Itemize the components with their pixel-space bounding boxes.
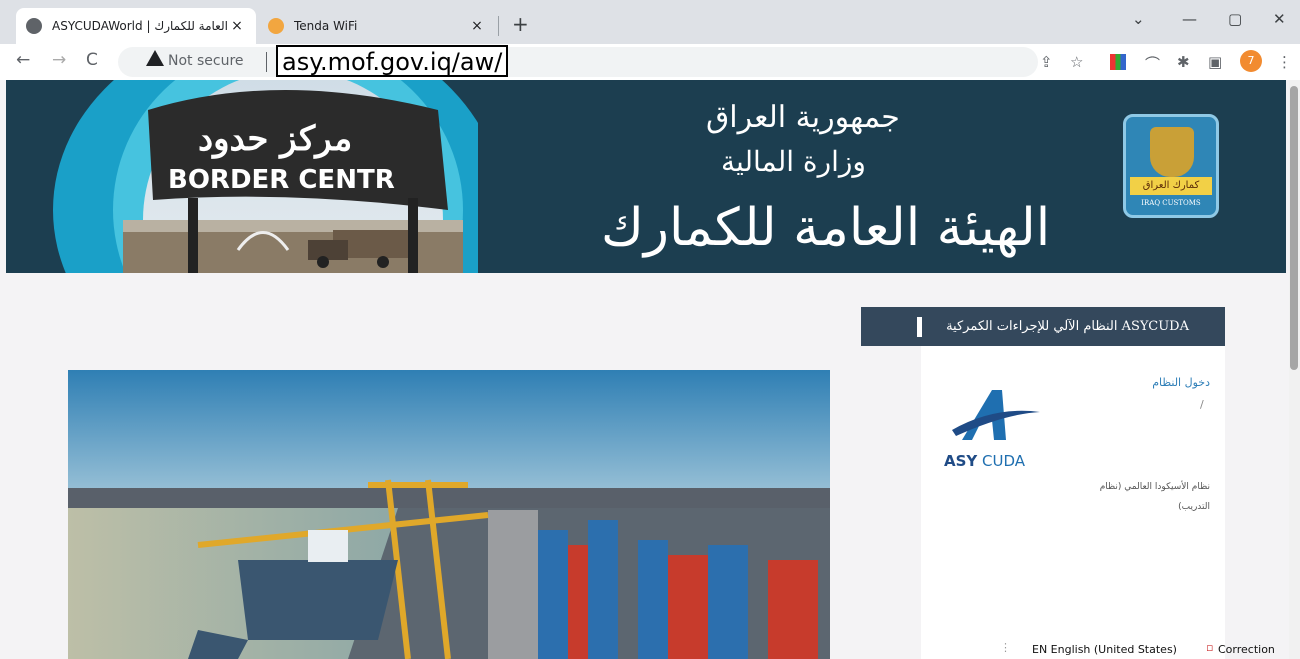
new-tab-button[interactable]: + [512, 12, 529, 36]
forward-button[interactable]: → [52, 50, 66, 70]
browser-toolbar: ← → C Not secure asy.mof.gov.iq/aw/ ⇪ ☆ … [0, 44, 1300, 80]
reload-button[interactable]: C [86, 50, 98, 70]
asycuda-logo-icon: ASY CUDA [944, 390, 1040, 470]
eagle-icon [1150, 127, 1194, 177]
minimize-button[interactable]: — [1182, 10, 1197, 28]
banner-ministry-text: وزارة المالية [721, 145, 866, 178]
extensions-puzzle-icon[interactable]: ✱ [1177, 53, 1190, 71]
banner-republic-text: جمهورية العراق [706, 100, 900, 135]
tab-title: ASYCUDAWorld | الهيئة العامة للكمارك [52, 19, 228, 33]
menu-icon[interactable]: ⋮ [1277, 53, 1292, 71]
warning-icon[interactable] [146, 50, 164, 66]
url-text[interactable]: asy.mof.gov.iq/aw/ [276, 45, 509, 77]
logo-text: CUDA [982, 452, 1026, 470]
header-banner: BORDER CENTR مركز حدود جمهورية العراق وز… [6, 80, 1286, 273]
security-label[interactable]: Not secure [168, 53, 244, 69]
close-icon[interactable]: × [228, 18, 246, 34]
back-button[interactable]: ← [16, 50, 30, 70]
login-slash-text: / [1200, 398, 1204, 411]
taskbar-divider: ⋮ [1000, 641, 1011, 654]
extension-colors-icon[interactable] [1110, 54, 1126, 70]
omnibox-divider [266, 52, 267, 72]
tab-search-icon[interactable]: ⌄ [1132, 10, 1145, 28]
correction-button[interactable]: Correction [1218, 643, 1275, 656]
scrollbar-thumb[interactable] [1290, 86, 1298, 370]
taskbar: ⋮ EN English (United States) ▫ Correctio… [990, 637, 1290, 659]
globe-icon [26, 18, 42, 34]
system-login-link[interactable]: دخول النظام [1110, 376, 1210, 389]
address-bar[interactable] [118, 47, 1038, 77]
iraq-customs-emblem: كمارك العراق IRAQ CUSTOMS [1123, 114, 1219, 218]
port-photo [68, 370, 830, 659]
share-icon[interactable]: ⇪ [1040, 53, 1053, 71]
maximize-button[interactable]: ▢ [1228, 10, 1242, 28]
profile-avatar[interactable]: 7 [1240, 50, 1262, 72]
sign-arabic-text: مركز حدود [198, 119, 352, 159]
tenda-icon [268, 18, 284, 34]
side-panel-icon[interactable]: ▣ [1208, 53, 1222, 71]
tab-asycuda[interactable]: ASYCUDAWorld | الهيئة العامة للكمارك × [16, 8, 256, 44]
border-center-photo: BORDER CENTR مركز حدود [38, 80, 478, 273]
close-icon[interactable]: × [468, 18, 486, 34]
tab-title: Tenda WiFi [294, 19, 358, 33]
close-window-button[interactable]: ✕ [1273, 10, 1286, 28]
emblem-english-label: IRAQ CUSTOMS [1141, 199, 1201, 207]
extension-arc-icon[interactable]: ⌒ [1145, 53, 1160, 74]
tab-separator [498, 16, 499, 36]
asycuda-logo[interactable]: ASY CUDA [944, 384, 1050, 476]
correction-icon: ▫ [1206, 641, 1214, 654]
sign-english-text: BORDER CENTR [168, 165, 395, 195]
emblem-arabic-label: كمارك العراق [1130, 177, 1212, 195]
tab-tenda-wifi[interactable]: Tenda WiFi × [258, 8, 496, 44]
header-accent-bar [917, 317, 922, 337]
tab-strip: ASYCUDAWorld | الهيئة العامة للكمارك × T… [0, 0, 1300, 44]
banner-authority-text: الهيئة العامة للكمارك [601, 198, 1051, 258]
bookmark-star-icon[interactable]: ☆ [1070, 53, 1083, 71]
language-indicator[interactable]: EN English (United States) [1032, 643, 1177, 656]
training-system-description: نظام الأسيكودا العالمي (نظام التدريب) [1099, 482, 1210, 512]
asycuda-panel-header: ASYCUDA النظام الآلي للإجراءات الكمركية [861, 307, 1225, 346]
logo-bold-text: ASY [944, 452, 978, 470]
